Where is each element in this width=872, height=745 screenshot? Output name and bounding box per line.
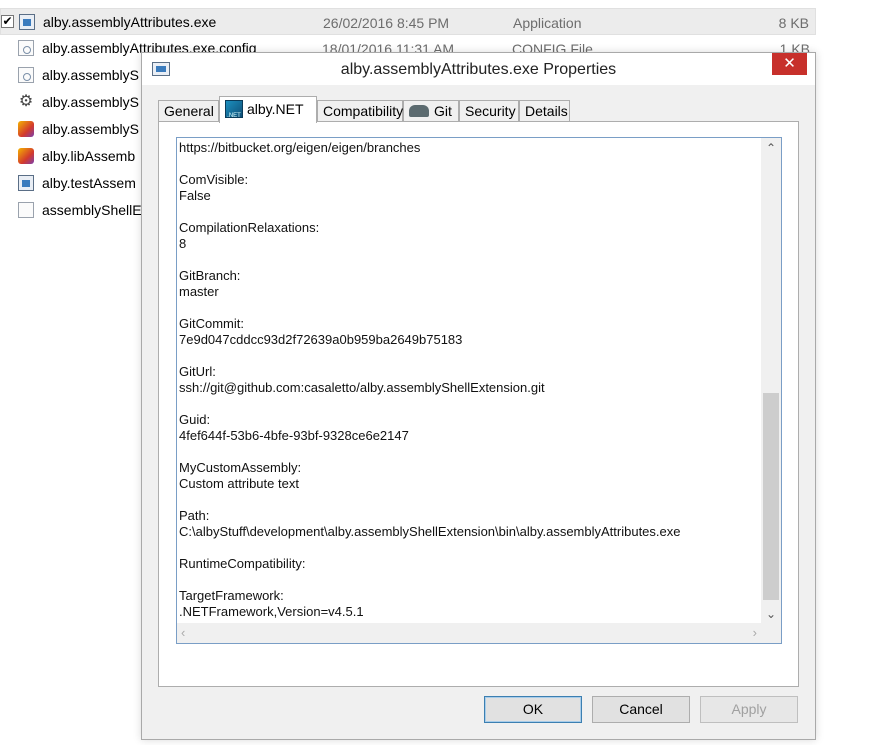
file-name: assemblyShellE — [42, 202, 142, 218]
text-line: master — [179, 284, 219, 299]
dotnet-icon — [225, 100, 243, 128]
scroll-corner — [761, 623, 781, 643]
file-date: 26/02/2016 8:45 PM — [323, 15, 450, 31]
scroll-thumb[interactable] — [763, 393, 779, 600]
text-line — [179, 444, 762, 460]
tab-label: Git — [434, 103, 452, 119]
cancel-button[interactable]: Cancel — [592, 696, 690, 723]
text-line: Path: — [179, 508, 210, 523]
gear-icon: ⚙ — [18, 93, 34, 110]
text-line — [179, 300, 762, 316]
text-line — [179, 348, 762, 364]
tab-label: General — [164, 103, 214, 119]
scroll-up-icon[interactable]: ⌃ — [761, 138, 781, 158]
text-line: ComVisible: — [179, 172, 249, 187]
tab-compatibility[interactable]: Compatibility — [317, 100, 403, 122]
tab-alby-net[interactable]: alby.NET — [219, 96, 317, 128]
text-line: 7e9d047cddcc93d2f72639a0b959ba2649b75183 — [179, 332, 463, 347]
file-name: alby.assemblyS — [42, 67, 140, 83]
vertical-scrollbar[interactable]: ⌃ ⌄ — [761, 138, 781, 624]
text-line: CompilationRelaxations: — [179, 220, 320, 235]
assembly-attributes-textbox[interactable]: https://bitbucket.org/eigen/eigen/branch… — [176, 137, 782, 644]
text-line — [179, 204, 762, 220]
text-line — [179, 156, 762, 172]
dialog-title: alby.assemblyAttributes.exe Properties — [340, 61, 617, 78]
tab-label: Compatibility — [323, 103, 404, 119]
exe-icon — [19, 14, 35, 30]
tab-panel: https://bitbucket.org/eigen/eigen/branch… — [158, 121, 799, 687]
text-line: 4fef644f-53b6-4bfe-93bf-9328ce6e2147 — [179, 428, 409, 443]
text-line — [179, 252, 762, 268]
file-size: 8 KB — [778, 15, 809, 31]
tab-git[interactable]: Git — [403, 100, 459, 122]
text-line — [179, 492, 762, 508]
text-line: .NETFramework,Version=v4.5.1 — [179, 604, 364, 619]
text-line: https://bitbucket.org/eigen/eigen/branch… — [179, 140, 421, 155]
tab-label: Details — [525, 103, 568, 119]
exe-icon — [18, 175, 34, 191]
text-line: GitBranch: — [179, 268, 241, 283]
text-line: False — [179, 188, 211, 203]
title-bar[interactable]: alby.assemblyAttributes.exe Properties ✕ — [142, 53, 815, 85]
library-icon — [18, 148, 34, 164]
file-type: Application — [513, 15, 582, 31]
text-line — [179, 572, 762, 588]
text-line: 8 — [179, 236, 187, 251]
text-line — [179, 540, 762, 556]
horizontal-scrollbar[interactable]: ‹ › — [177, 623, 761, 643]
close-button[interactable]: ✕ — [772, 53, 807, 75]
text-line: Custom attribute text — [179, 476, 299, 491]
text-line: ssh://git@github.com:casaletto/alby.asse… — [179, 380, 545, 395]
file-name: alby.testAssem — [42, 175, 136, 191]
text-line: GitUrl: — [179, 364, 216, 379]
text-line: RuntimeCompatibility: — [179, 556, 306, 571]
text-line: Guid: — [179, 412, 211, 427]
ok-button[interactable]: OK — [484, 696, 582, 723]
file-name: alby.assemblyS — [42, 94, 140, 110]
apply-button[interactable]: Apply — [700, 696, 798, 723]
document-icon — [18, 202, 34, 218]
tab-security[interactable]: Security — [459, 100, 519, 122]
scroll-right-icon[interactable]: › — [753, 623, 757, 643]
file-name: alby.assemblyAttributes.exe — [43, 14, 217, 30]
checkbox[interactable]: ✔ — [1, 15, 14, 28]
scroll-left-icon[interactable]: ‹ — [181, 623, 185, 643]
attributes-text: https://bitbucket.org/eigen/eigen/branch… — [179, 140, 762, 624]
file-name: alby.assemblyS — [42, 121, 140, 137]
text-line: GitCommit: — [179, 316, 244, 331]
config-file-icon — [18, 40, 34, 56]
tab-general[interactable]: General — [158, 100, 219, 122]
text-line — [179, 396, 762, 412]
library-icon — [18, 121, 34, 137]
properties-dialog: alby.assemblyAttributes.exe Properties ✕… — [141, 52, 816, 740]
text-line: MyCustomAssembly: — [179, 460, 302, 475]
text-line: TargetFramework: — [179, 588, 284, 603]
file-name: alby.libAssemb — [42, 148, 136, 164]
scroll-down-icon[interactable]: ⌄ — [761, 604, 781, 624]
tab-details[interactable]: Details — [519, 100, 570, 122]
text-line: C:\albyStuff\development\alby.assemblySh… — [179, 524, 681, 539]
git-icon — [409, 105, 429, 117]
tab-label: alby.NET — [247, 101, 304, 117]
config-file-icon — [18, 67, 34, 83]
file-row[interactable]: ✔ alby.assemblyAttributes.exe 26/02/2016… — [0, 8, 816, 35]
tab-label: Security — [465, 103, 516, 119]
